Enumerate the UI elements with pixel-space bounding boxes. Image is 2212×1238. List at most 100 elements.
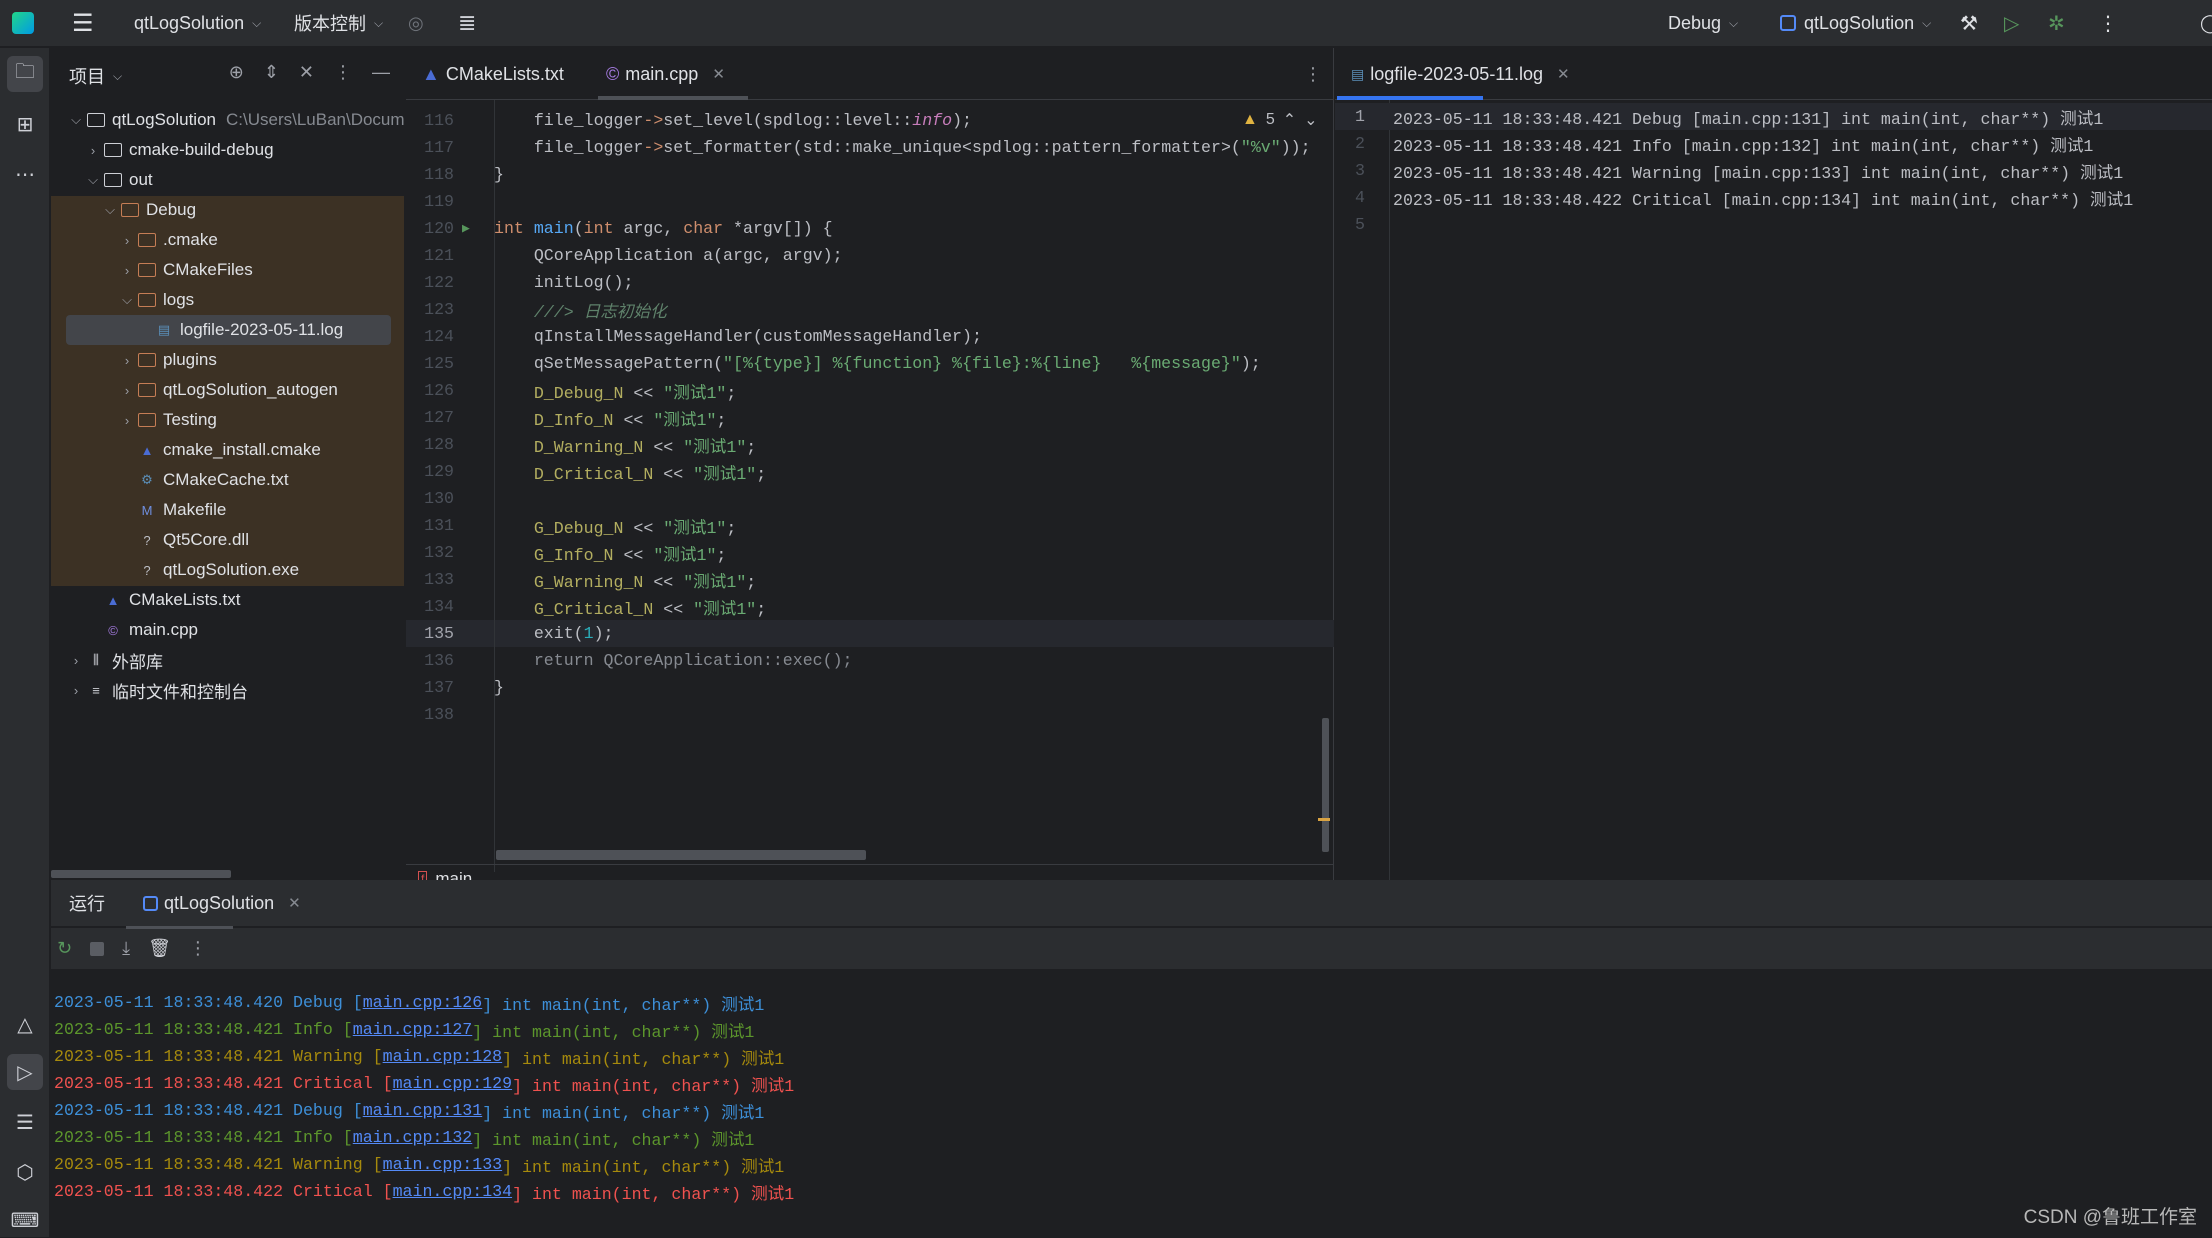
tree-item[interactable]: › plugins bbox=[51, 345, 404, 375]
tree-item[interactable]: › ⫼ 外部库 bbox=[51, 645, 404, 675]
tree-item[interactable]: ▤ logfile-2023-05-11.log bbox=[66, 315, 391, 345]
vcs-menu[interactable]: 版本控制 ⌵ bbox=[294, 0, 383, 46]
more-icon[interactable]: ⋮ bbox=[2098, 0, 2118, 46]
tree-item[interactable]: ⚙ CMakeCache.txt bbox=[51, 465, 404, 495]
code-line[interactable]: 123 ///> 日志初始化 bbox=[406, 296, 1334, 323]
code-line[interactable]: 121 QCoreApplication a(argc, argv); bbox=[406, 242, 1334, 269]
project-folder-icon[interactable]: 🗀 bbox=[7, 56, 43, 92]
source-link[interactable]: main.cpp:129 bbox=[393, 1074, 513, 1093]
code-line[interactable]: 127 D_Info_N << "测试1"; bbox=[406, 404, 1334, 431]
code-line[interactable]: 129 D_Critical_N << "测试1"; bbox=[406, 458, 1334, 485]
tab-cmakelists[interactable]: ▲ CMakeLists.txt bbox=[422, 48, 564, 100]
tree-item[interactable]: › CMakeFiles bbox=[51, 255, 404, 285]
code-line[interactable]: 131 G_Debug_N << "测试1"; bbox=[406, 512, 1334, 539]
source-link[interactable]: main.cpp:134 bbox=[393, 1182, 513, 1201]
code-area[interactable]: 116 file_logger->set_level(spdlog::level… bbox=[406, 107, 1334, 867]
structure-icon[interactable]: ≣ bbox=[458, 0, 476, 46]
tree-item[interactable]: › qtLogSolution_autogen bbox=[51, 375, 404, 405]
close-icon[interactable]: ✕ bbox=[1557, 65, 1570, 83]
horizontal-scrollbar[interactable] bbox=[496, 850, 866, 860]
stop-icon[interactable] bbox=[90, 941, 105, 956]
tab-options-icon[interactable]: ⋮ bbox=[1304, 48, 1322, 100]
code-line[interactable]: 128 D_Warning_N << "测试1"; bbox=[406, 431, 1334, 458]
run-target-selector[interactable]: qtLogSolution ⌵ bbox=[1780, 0, 1931, 46]
code-line[interactable]: 132 G_Info_N << "测试1"; bbox=[406, 539, 1334, 566]
scroll-to-end-icon[interactable]: ⤓ bbox=[122, 938, 130, 959]
code-line[interactable]: 117 file_logger->set_formatter(std::make… bbox=[406, 134, 1334, 161]
run-gutter-icon[interactable]: ▶ bbox=[462, 221, 470, 236]
source-link[interactable]: main.cpp:127 bbox=[353, 1020, 473, 1039]
chevron-right-icon[interactable]: › bbox=[66, 653, 86, 668]
services-icon[interactable]: ⬡ bbox=[7, 1154, 43, 1190]
tree-item[interactable]: ⌵ out bbox=[51, 165, 404, 195]
user-icon[interactable]: ◯ bbox=[2200, 0, 2212, 46]
code-line[interactable]: 136 return QCoreApplication::exec(); bbox=[406, 647, 1334, 674]
chevron-right-icon[interactable]: › bbox=[117, 413, 137, 428]
log-line[interactable]: 5 bbox=[1335, 211, 2212, 238]
tree-item[interactable]: ⌵ logs bbox=[51, 285, 404, 315]
chevron-down-icon[interactable]: ⌵ bbox=[100, 202, 120, 218]
tree-item[interactable]: ⌵ qtLogSolution C:\Users\LuBan\Docum bbox=[51, 105, 404, 135]
chevron-right-icon[interactable]: › bbox=[117, 353, 137, 368]
vertical-scrollbar[interactable] bbox=[1322, 718, 1329, 852]
clear-trash-icon[interactable]: 🗑 bbox=[148, 938, 171, 959]
horizontal-scrollbar[interactable] bbox=[51, 870, 231, 878]
code-line[interactable]: 133 G_Warning_N << "测试1"; bbox=[406, 566, 1334, 593]
chevron-right-icon[interactable]: › bbox=[117, 233, 137, 248]
code-line[interactable]: 135 exit(1); bbox=[406, 620, 1334, 647]
log-line[interactable]: 3 2023-05-11 18:33:48.421 Warning [main.c… bbox=[1335, 157, 2212, 184]
code-line[interactable]: 122 initLog(); bbox=[406, 269, 1334, 296]
project-selector[interactable]: qtLogSolution ⌵ bbox=[134, 0, 261, 46]
log-line[interactable]: 4 2023-05-11 18:33:48.422 Critical [main.… bbox=[1335, 184, 2212, 211]
code-line[interactable]: 126 D_Debug_N << "测试1"; bbox=[406, 377, 1334, 404]
options-icon[interactable]: ⋮ bbox=[334, 62, 352, 83]
tab-main-cpp[interactable]: © main.cpp ✕ bbox=[606, 48, 725, 100]
chevron-right-icon[interactable]: › bbox=[117, 383, 137, 398]
code-line[interactable]: 116 file_logger->set_level(spdlog::level… bbox=[406, 107, 1334, 134]
code-line[interactable]: 119 bbox=[406, 188, 1334, 215]
terminal-icon[interactable]: ⌨ bbox=[7, 1202, 43, 1238]
code-line[interactable]: 118} bbox=[406, 161, 1334, 188]
more-icon[interactable]: ⋮ bbox=[189, 938, 207, 959]
tree-item[interactable]: ? Qt5Core.dll bbox=[51, 525, 404, 555]
chevron-down-icon[interactable]: ⌵ bbox=[113, 69, 122, 84]
run-icon[interactable]: ▷ bbox=[2004, 0, 2019, 46]
source-link[interactable]: main.cpp:132 bbox=[353, 1128, 473, 1147]
code-line[interactable]: 124 qInstallMessageHandler(customMessage… bbox=[406, 323, 1334, 350]
tree-item[interactable]: › .cmake bbox=[51, 225, 404, 255]
config-selector[interactable]: Debug ⌵ bbox=[1668, 0, 1738, 46]
tree-item[interactable]: © main.cpp bbox=[51, 615, 404, 645]
tree-item[interactable]: ⌵ Debug bbox=[51, 195, 404, 225]
hide-icon[interactable]: — bbox=[372, 62, 390, 83]
log-line[interactable]: 1 2023-05-11 18:33:48.421 Debug [main.cpp… bbox=[1335, 103, 2212, 130]
chevron-down-icon[interactable]: ⌵ bbox=[83, 172, 103, 188]
tab-run-qtlogsolution[interactable]: qtLogSolution ✕ bbox=[143, 880, 301, 926]
tab-logfile[interactable]: ▤ logfile-2023-05-11.log ✕ bbox=[1351, 48, 1570, 100]
source-link[interactable]: main.cpp:131 bbox=[363, 1101, 483, 1120]
rerun-icon[interactable]: ↻ bbox=[57, 938, 72, 959]
tree-item[interactable]: M Makefile bbox=[51, 495, 404, 525]
locate-icon[interactable]: ⊕ bbox=[229, 62, 244, 83]
code-line[interactable]: 130 bbox=[406, 485, 1334, 512]
build-hammer-icon[interactable]: ⚒ bbox=[1960, 0, 1978, 46]
close-icon[interactable]: ✕ bbox=[288, 894, 301, 912]
more-icon[interactable]: ⋯ bbox=[7, 156, 43, 192]
chevron-right-icon[interactable]: › bbox=[66, 683, 86, 698]
chevron-down-icon[interactable]: ⌵ bbox=[66, 112, 86, 128]
run-panel-icon[interactable]: ▷ bbox=[7, 1054, 43, 1090]
expand-all-icon[interactable]: ⇕ bbox=[264, 62, 279, 83]
chevron-right-icon[interactable]: › bbox=[117, 263, 137, 278]
code-line[interactable]: 138 bbox=[406, 701, 1334, 728]
tree-item[interactable]: ▲ cmake_install.cmake bbox=[51, 435, 404, 465]
cmake-icon[interactable]: △ bbox=[7, 1006, 43, 1042]
code-line[interactable]: 137} bbox=[406, 674, 1334, 701]
tree-item[interactable]: ? qtLogSolution.exe bbox=[51, 555, 404, 585]
todo-list-icon[interactable]: ☰ bbox=[7, 1104, 43, 1140]
code-line[interactable]: 134 G_Critical_N << "测试1"; bbox=[406, 593, 1334, 620]
main-menu-icon[interactable]: ☰ bbox=[72, 0, 94, 46]
structure-icon[interactable]: ⊞ bbox=[7, 106, 43, 142]
debug-bug-icon[interactable]: ✲ bbox=[2048, 0, 2065, 46]
collapse-all-icon[interactable]: ✕ bbox=[299, 62, 314, 83]
log-line[interactable]: 2 2023-05-11 18:33:48.421 Info [main.cpp:… bbox=[1335, 130, 2212, 157]
source-link[interactable]: main.cpp:128 bbox=[383, 1047, 503, 1066]
